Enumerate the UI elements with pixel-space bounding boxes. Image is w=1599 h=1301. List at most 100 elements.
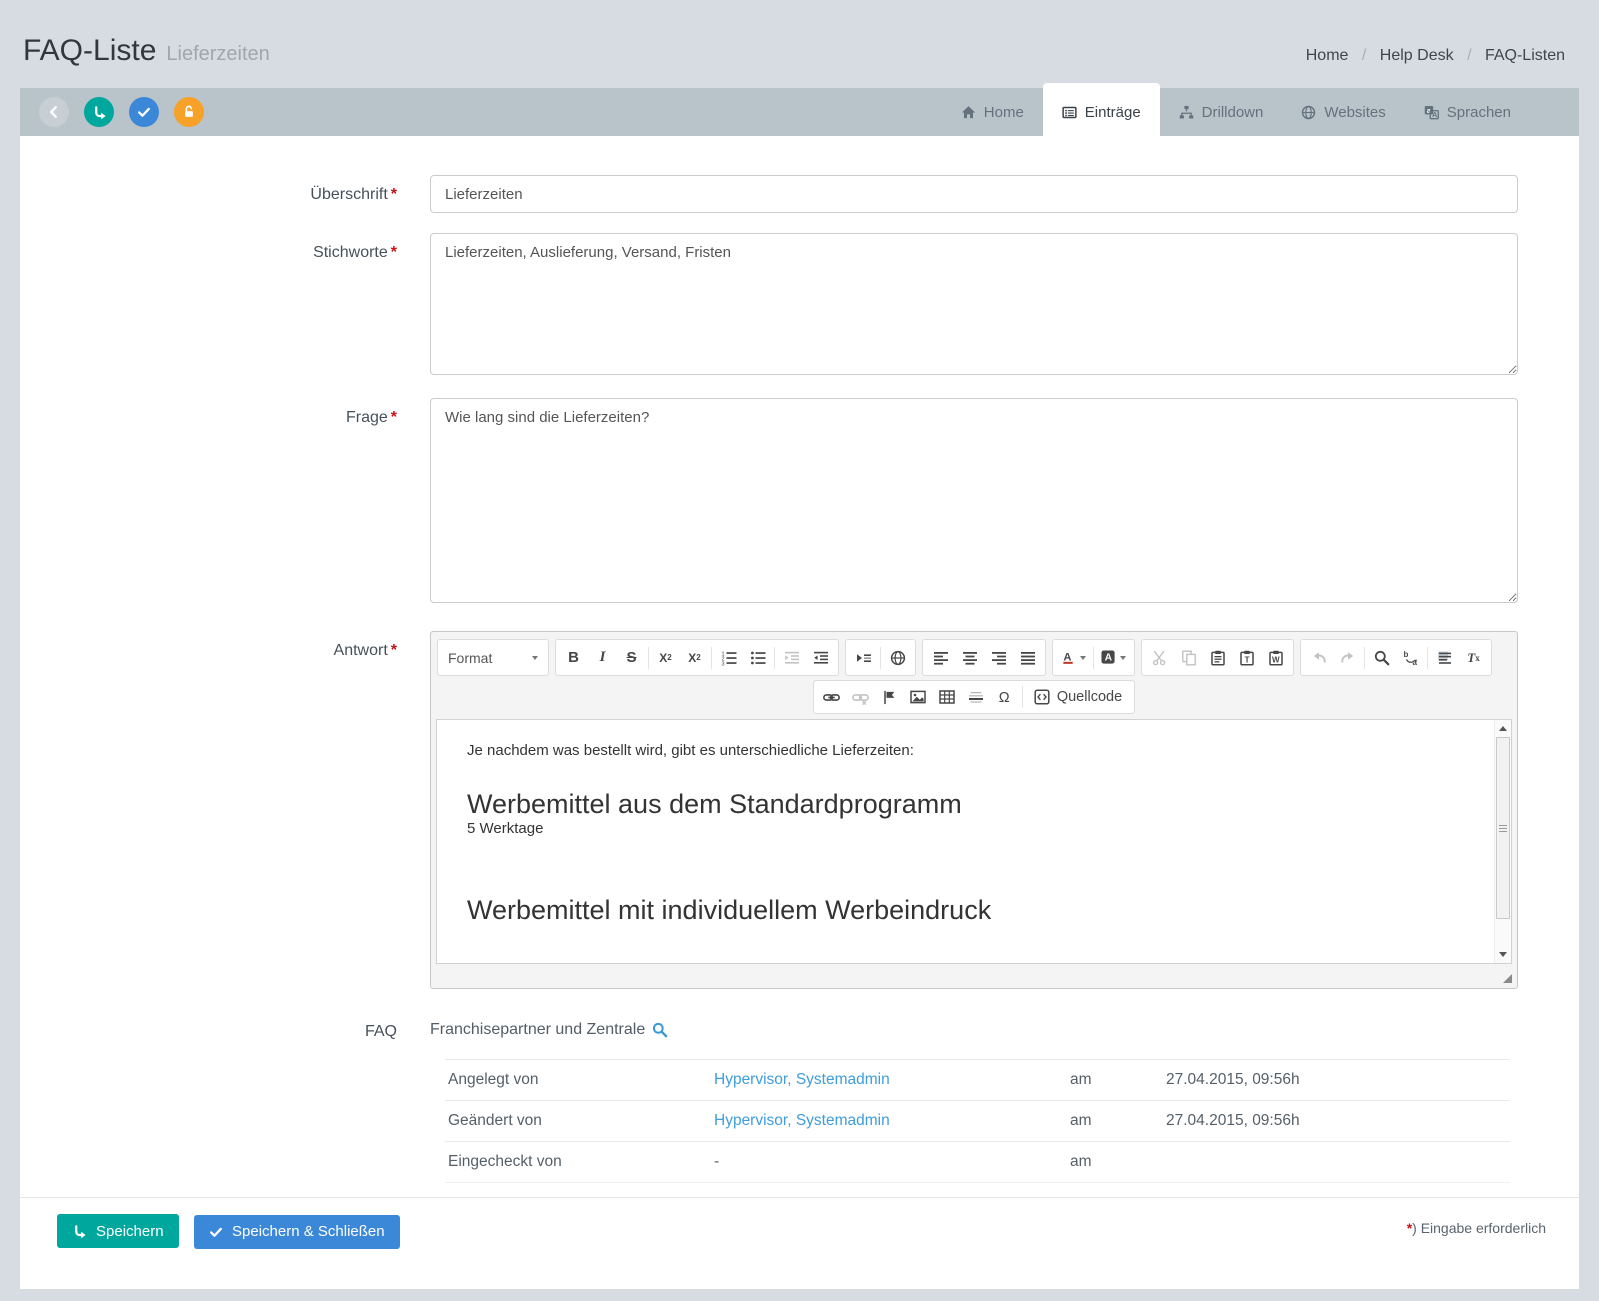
- special-character-button[interactable]: Ω: [991, 683, 1020, 712]
- text-color-button[interactable]: A: [1056, 643, 1091, 672]
- save-button[interactable]: Speichern: [57, 1214, 179, 1248]
- save-and-close-button[interactable]: Speichern & Schließen: [194, 1215, 400, 1249]
- stichworte-label: Stichworte*: [20, 233, 430, 262]
- bold-button[interactable]: B: [559, 643, 588, 672]
- tab-sprachen[interactable]: aA Sprachen: [1405, 88, 1530, 136]
- faq-search-icon[interactable]: [652, 1022, 668, 1038]
- tab-websites[interactable]: Websites: [1282, 88, 1404, 136]
- antwort-label: Antwort*: [20, 631, 430, 660]
- required-mark: *: [391, 642, 397, 659]
- justify-button[interactable]: [1013, 643, 1042, 672]
- format-dropdown-value: Format: [448, 650, 492, 666]
- paste-button[interactable]: [1203, 643, 1232, 672]
- tab-eintraege[interactable]: Einträge: [1043, 83, 1160, 141]
- breadcrumb-separator: /: [1353, 47, 1375, 64]
- source-icon: [1034, 689, 1050, 705]
- replace-button[interactable]: ba: [1396, 643, 1425, 672]
- tab-label: Sprachen: [1447, 104, 1511, 121]
- undo-button[interactable]: [1304, 643, 1333, 672]
- approve-circle-button[interactable]: [129, 97, 159, 127]
- save-and-close-button-label: Speichern & Schließen: [232, 1223, 385, 1240]
- redo-button[interactable]: [1333, 643, 1362, 672]
- language-icon: aA: [1424, 105, 1439, 120]
- image-button[interactable]: [904, 683, 933, 712]
- answer-heading: Werbemittel mit individuellem Werbeindru…: [467, 895, 1451, 926]
- meta-am: am: [1070, 1112, 1166, 1130]
- select-all-button[interactable]: [1430, 643, 1459, 672]
- align-left-button[interactable]: [926, 643, 955, 672]
- save-button-label: Speichern: [96, 1223, 164, 1240]
- cut-button[interactable]: [1145, 643, 1174, 672]
- editor-content[interactable]: Je nachdem was bestellt wird, gibt es un…: [436, 719, 1512, 964]
- find-button[interactable]: [1367, 643, 1396, 672]
- chevron-down-icon: [532, 656, 538, 660]
- blockquote-button[interactable]: [849, 643, 878, 672]
- tab-label: Home: [984, 104, 1024, 121]
- meta-am: am: [1070, 1071, 1166, 1089]
- rich-text-editor: Format B I S X2 X2 123: [430, 631, 1518, 989]
- format-dropdown[interactable]: Format: [437, 639, 549, 676]
- ueberschrift-label: Überschrift*: [20, 175, 430, 204]
- table-row: Angelegt von Hypervisor, Systemadmin am …: [445, 1059, 1510, 1100]
- paste-from-word-button[interactable]: W: [1261, 643, 1290, 672]
- toolbar-group-colors: A A: [1052, 639, 1135, 676]
- editor-scrollbar[interactable]: [1494, 720, 1511, 963]
- tab-bar: Home Einträge Drilldown Websites aA Spra…: [942, 88, 1530, 136]
- curved-arrow-icon: [72, 1224, 87, 1239]
- italic-button[interactable]: I: [588, 643, 617, 672]
- tab-drilldown[interactable]: Drilldown: [1160, 88, 1283, 136]
- back-button[interactable]: [39, 97, 69, 127]
- user-link[interactable]: Hypervisor, Systemadmin: [714, 1071, 1070, 1089]
- subscript-button[interactable]: X2: [651, 643, 680, 672]
- breadcrumb-helpdesk[interactable]: Help Desk: [1380, 47, 1454, 64]
- required-mark: *: [391, 244, 397, 261]
- align-center-button[interactable]: [955, 643, 984, 672]
- bulleted-list-button[interactable]: [743, 643, 772, 672]
- chevron-left-icon: [47, 105, 61, 119]
- paste-plain-text-button[interactable]: T: [1232, 643, 1261, 672]
- frage-textarea[interactable]: Wie lang sind die Lieferzeiten?: [430, 398, 1518, 603]
- toolbar-group-insert: Ω Quellcode: [813, 680, 1135, 714]
- scrollbar-down-arrow[interactable]: [1495, 946, 1511, 963]
- remove-format-button[interactable]: Tx: [1459, 643, 1488, 672]
- scrollbar-up-arrow[interactable]: [1495, 720, 1511, 737]
- outdent-button[interactable]: [777, 643, 806, 672]
- source-button[interactable]: Quellcode: [1025, 683, 1131, 712]
- anchor-button[interactable]: [875, 683, 904, 712]
- user-link[interactable]: Hypervisor, Systemadmin: [714, 1112, 1070, 1130]
- svg-text:A: A: [1432, 112, 1437, 119]
- indent-button[interactable]: [806, 643, 835, 672]
- copy-button[interactable]: [1174, 643, 1203, 672]
- meta-am: am: [1070, 1153, 1166, 1171]
- table-button[interactable]: [933, 683, 962, 712]
- source-button-label: Quellcode: [1057, 689, 1122, 705]
- unlock-icon: [182, 105, 196, 119]
- required-note: *) Eingabe erforderlich: [1404, 1214, 1546, 1236]
- align-right-button[interactable]: [984, 643, 1013, 672]
- background-color-button[interactable]: A: [1096, 643, 1131, 672]
- meta-user-empty: -: [714, 1153, 1070, 1171]
- page-title: FAQ-Liste: [23, 34, 156, 67]
- answer-heading: Werbemittel aus dem Standardprogramm: [467, 789, 1451, 820]
- unlink-button[interactable]: [846, 683, 875, 712]
- svg-text:Ω: Ω: [999, 690, 1010, 705]
- save-circle-button[interactable]: [84, 97, 114, 127]
- strikethrough-button[interactable]: S: [617, 643, 646, 672]
- editor-resize-handle[interactable]: [1503, 974, 1512, 983]
- breadcrumb-faq-listen[interactable]: FAQ-Listen: [1485, 47, 1565, 64]
- stichworte-textarea[interactable]: Lieferzeiten, Auslieferung, Versand, Fri…: [430, 233, 1518, 375]
- form-row-stichworte: Stichworte* Lieferzeiten, Auslieferung, …: [20, 233, 1579, 380]
- scrollbar-thumb[interactable]: [1496, 737, 1510, 919]
- superscript-button[interactable]: X2: [680, 643, 709, 672]
- form-row-antwort: Antwort* Format B I S: [20, 631, 1579, 989]
- svg-text:3: 3: [721, 661, 724, 666]
- unlock-circle-button[interactable]: [174, 97, 204, 127]
- meta-label: Geändert von: [448, 1112, 714, 1130]
- numbered-list-button[interactable]: 123: [714, 643, 743, 672]
- breadcrumb-home[interactable]: Home: [1306, 47, 1349, 64]
- language-direction-button[interactable]: [883, 643, 912, 672]
- tab-home[interactable]: Home: [942, 88, 1043, 136]
- horizontal-rule-button[interactable]: [962, 683, 991, 712]
- link-button[interactable]: [817, 683, 846, 712]
- ueberschrift-input[interactable]: [430, 175, 1518, 213]
